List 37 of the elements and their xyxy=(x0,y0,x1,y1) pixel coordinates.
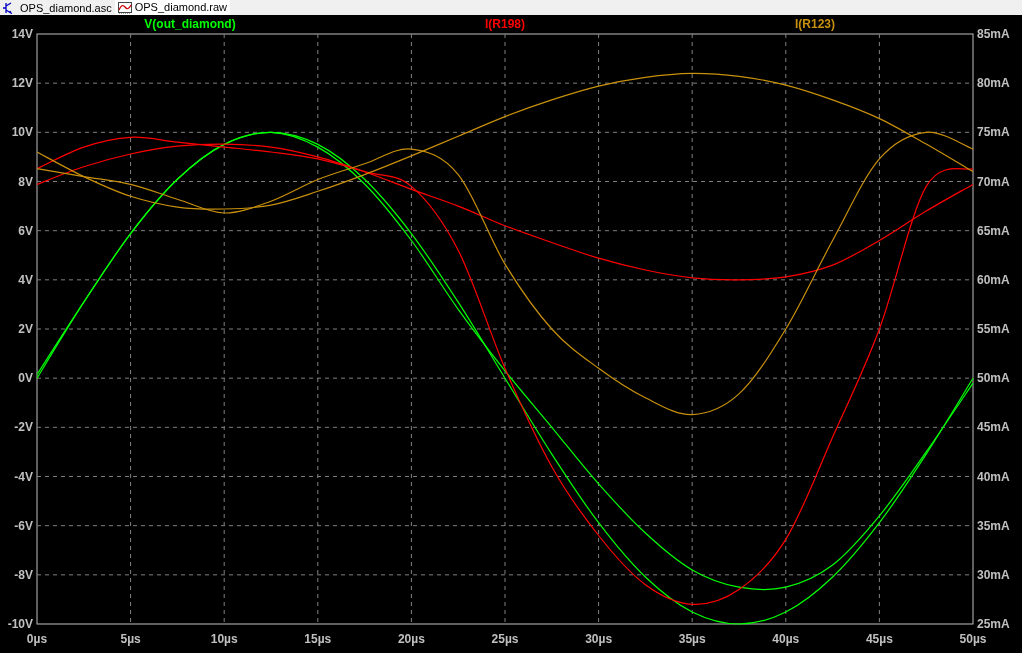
y-tick-label: 6V xyxy=(18,223,33,238)
x-tick-label: 45µs xyxy=(865,632,893,646)
y-tick-label: -8V xyxy=(14,567,33,582)
y2-tick-label: 75mA xyxy=(977,125,1010,140)
y2-tick-label: 80mA xyxy=(977,76,1010,91)
x-tick-label: 25µs xyxy=(491,632,519,646)
x-tick-label: 30µs xyxy=(585,632,613,646)
x-tick-label: 5µs xyxy=(120,632,141,646)
y2-tick-label: 30mA xyxy=(977,567,1010,582)
x-tick-label: 0µs xyxy=(26,632,48,646)
y-tick-label: 14V xyxy=(11,27,33,41)
y-tick-label: 2V xyxy=(18,322,33,336)
y-tick-label: -4V xyxy=(14,469,33,484)
y2-tick-label: 35mA xyxy=(977,518,1010,533)
x-tick-label: 15µs xyxy=(304,632,332,646)
y-tick-label: 8V xyxy=(18,174,33,189)
y-tick-label: 0V xyxy=(18,371,33,386)
y2-tick-label: 60mA xyxy=(977,272,1010,287)
x-tick-label: 20µs xyxy=(397,632,425,646)
y-tick-label: -2V xyxy=(14,420,33,435)
x-tick-label: 35µs xyxy=(678,632,706,646)
y2-tick-label: 70mA xyxy=(977,174,1010,189)
y-tick-label: 12V xyxy=(11,76,33,91)
y-tick-label: -6V xyxy=(14,518,33,533)
y2-tick-label: 40mA xyxy=(977,469,1010,484)
y2-tick-label: 85mA xyxy=(977,27,1010,41)
y-tick-label: 4V xyxy=(18,272,33,287)
x-tick-label: 50µs xyxy=(959,632,987,646)
y2-tick-label: 45mA xyxy=(977,420,1010,435)
x-tick-label: 10µs xyxy=(210,632,238,646)
y2-tick-label: 55mA xyxy=(977,322,1010,336)
y2-tick-label: 50mA xyxy=(977,371,1010,386)
x-tick-label: 40µs xyxy=(772,632,800,646)
y-tick-label: 10V xyxy=(11,125,33,140)
y2-tick-label: 65mA xyxy=(977,223,1010,238)
y-tick-label: -10V xyxy=(7,617,33,631)
y2-tick-label: 25mA xyxy=(977,617,1010,631)
